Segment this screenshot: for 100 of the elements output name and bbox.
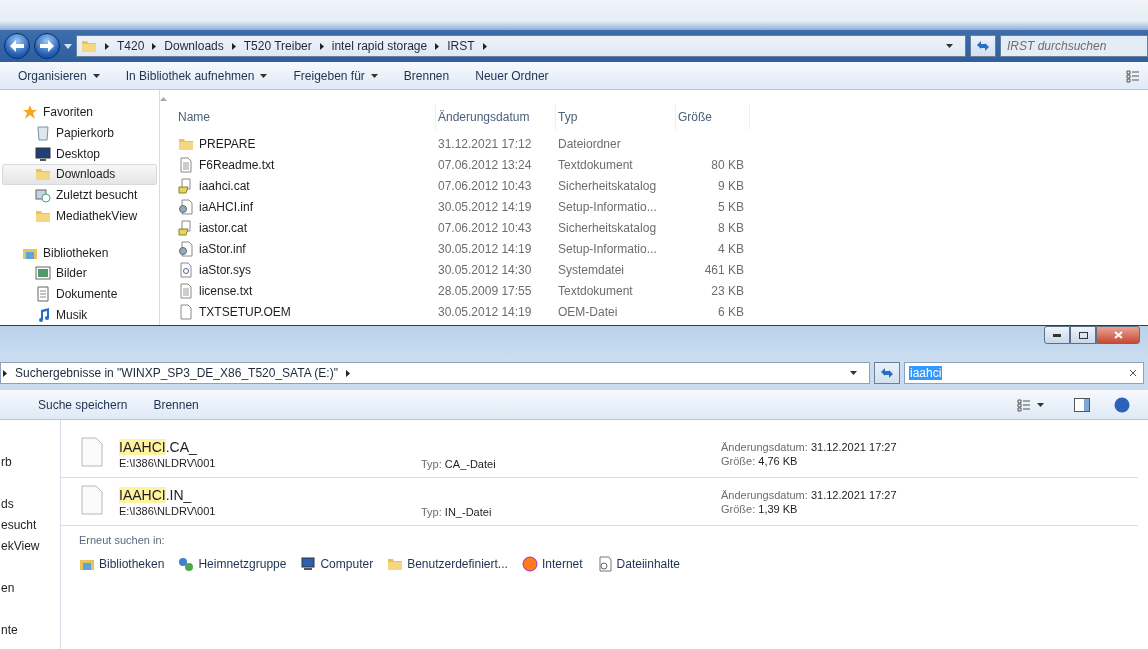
search-location-link[interactable]: Dateiinhalte [596,556,680,572]
maximize-button[interactable] [1070,326,1096,344]
address-bar[interactable]: Suchergebnisse in "WINXP_SP3_DE_X86_T520_SATA (E:)" [0,362,870,384]
caret-icon [64,43,72,49]
close-icon [1113,331,1123,339]
breadcrumb-item[interactable]: T420 [117,39,145,53]
file-name[interactable]: iaStor.inf [176,238,436,259]
help-icon [1114,396,1130,413]
chevron-icon [345,369,350,377]
refresh-icon [976,40,990,52]
sidebar-item[interactable]: Musik [2,304,157,325]
column-header[interactable]: Typ [556,104,676,130]
date-cell-text: 30.05.2012 14:19 [437,240,533,258]
search-location-link[interactable]: Heimnetzgruppe [178,556,287,572]
search-location-link[interactable]: Computer [300,556,374,572]
toolbar-button[interactable]: Brennen [393,65,460,86]
type-cell-text: Setup-Informatio... [557,240,658,258]
result-path: E:\I386\NLDRV\001 [119,456,217,469]
breadcrumb-item[interactable]: intel rapid storage [331,39,428,53]
search-location-link[interactable]: Bibliotheken [79,556,165,572]
star-icon [22,104,38,121]
result-date: Änderungsdatum: 31.12.2021 17:27 [721,488,898,501]
breadcrumb-item[interactable]: Downloads [164,39,224,53]
search-location-link[interactable]: Benutzerdefiniert... [387,556,508,572]
back-button[interactable] [4,33,30,59]
folder-icon [35,166,51,183]
sidebar-item[interactable]: Bilder [2,262,157,284]
sidebar-item[interactable]: rb [1,454,12,469]
sidebar-item[interactable]: Desktop [2,143,157,165]
file-name[interactable]: TXTSETUP.OEM [176,301,436,322]
date-cell-text: 31.12.2021 17:12 [437,135,533,153]
settings-file-icon [178,198,194,215]
sidebar-item[interactable]: MediathekView [2,205,157,227]
breadcrumb-item[interactable]: IRST [447,39,475,53]
browser-icon [521,556,538,572]
chevron-icon [152,42,157,50]
sidebar-item[interactable]: nte [1,622,18,637]
close-button[interactable] [1096,326,1140,344]
type-cell-text: Systemdatei [557,261,626,279]
size-cell: 9 KB [718,178,744,193]
chevron-icon [105,42,109,50]
folder-icon [81,38,97,54]
refresh-icon [880,367,894,379]
refresh-button[interactable] [874,362,900,384]
toolbar-button[interactable]: Organisieren [8,65,110,86]
certificate-file-icon [178,177,194,194]
date-cell-text: 30.05.2012 14:19 [437,303,533,321]
result-name[interactable]: IAAHCI.IN_ [119,486,421,503]
toolbar-button[interactable]: In Bibliothek aufnehmen [115,65,278,86]
sidebar-item[interactable]: Papierkorb [2,122,157,144]
result-name[interactable]: IAAHCI.CA_ [119,438,421,455]
file-icon [81,485,103,515]
sidebar-group[interactable]: Favoriten [0,102,159,123]
toolbar-button[interactable]: Freigeben für [283,65,388,86]
sidebar-item[interactable]: ds [1,496,14,511]
caret-icon [370,73,378,78]
sidebar-group[interactable]: Bibliotheken [0,242,159,263]
file-icon [178,303,194,320]
forward-button[interactable] [34,33,60,59]
search-field[interactable]: IRST durchsuchen [1000,35,1148,57]
sidebar-item[interactable]: ekView [1,538,40,553]
file-name[interactable]: iastor.cat [176,217,436,238]
column-header[interactable]: Größe [676,104,750,130]
size-cell: 461 KB [704,262,744,277]
search-again-label: Erneut suchen in: [79,534,166,546]
search-location-link[interactable]: Internet [521,556,583,572]
type-cell-text: Textdokument [557,282,634,300]
sidebar-item[interactable]: esucht [1,517,37,532]
sidebar-item[interactable]: en [1,580,15,595]
arrow-left-icon [10,40,24,52]
maximize-icon [1078,331,1088,339]
result-date: Änderungsdatum: 31.12.2021 17:27 [721,440,898,453]
address-bar[interactable]: T420 Downloads T520 Treiber intel rapid storage IRST [76,35,966,57]
sidebar-item[interactable]: Downloads [2,164,157,185]
file-name[interactable]: iaahci.cat [176,175,436,196]
toolbar-button[interactable]: Brennen [143,394,209,415]
image-icon [35,265,51,282]
column-header[interactable]: Name [176,104,436,130]
size-cell: 8 KB [718,220,744,235]
minimize-icon [1053,333,1061,337]
file-name[interactable]: PREPARE [176,133,436,154]
sidebar-item[interactable]: Zuletzt besucht [2,184,157,206]
column-header[interactable]: Änderungsdatum [436,104,556,130]
view-options-icon [1126,68,1140,83]
toolbar-button[interactable]: Suche speichern [28,394,138,415]
file-search-icon [596,556,613,572]
file-name[interactable]: iaAHCI.inf [176,196,436,217]
arrow-right-icon [40,40,54,52]
result-type: Typ: CA_-Datei [421,457,497,470]
date-cell-text: 28.05.2009 17:55 [437,282,533,300]
breadcrumb-item[interactable]: Suchergebnisse in "WINXP_SP3_DE_X86_T520_SATA (E:)" [15,366,338,380]
sidebar-item[interactable]: Dokumente [2,283,157,305]
toolbar-button[interactable]: Neuer Ordner [465,65,559,86]
file-name[interactable]: license.txt [176,280,436,301]
clear-icon [1129,369,1137,377]
breadcrumb-item[interactable]: T520 Treiber [243,39,312,53]
file-name[interactable]: iaStor.sys [176,259,436,280]
file-name[interactable]: F6Readme.txt [176,154,436,175]
refresh-button[interactable] [970,35,996,57]
minimize-button[interactable] [1044,326,1070,344]
